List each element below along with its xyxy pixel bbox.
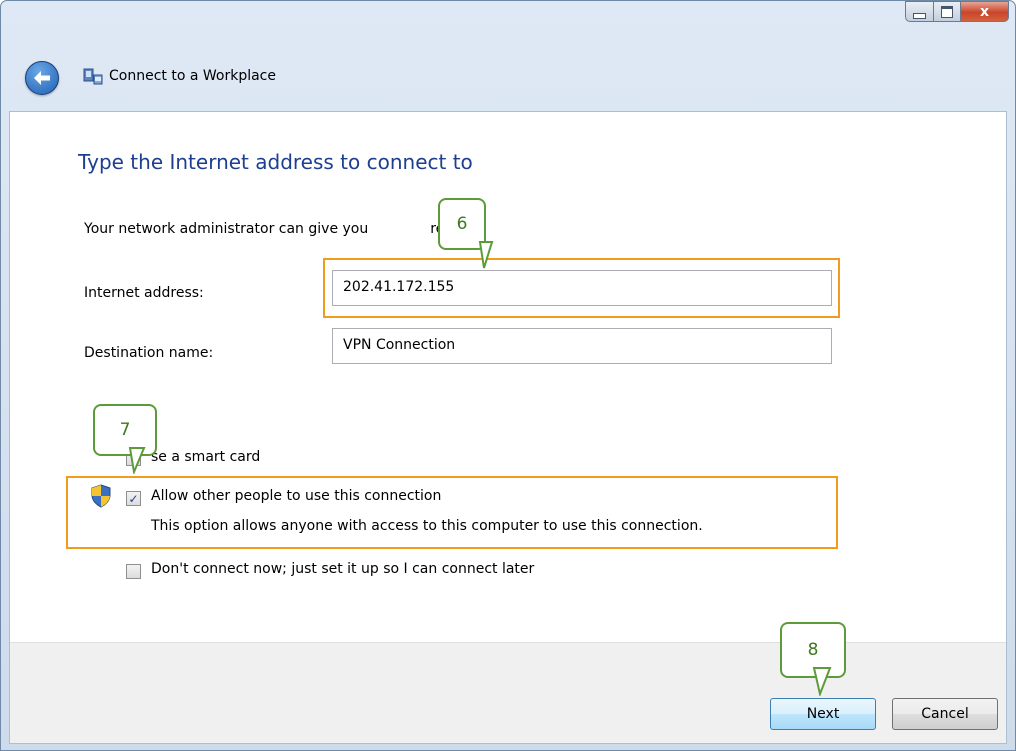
back-arrow-icon: [34, 71, 50, 85]
dialog-window: x Connect to a Workplace Type the Intern…: [0, 0, 1016, 751]
callout-8-tail: [812, 667, 832, 696]
destination-name-input[interactable]: VPN Connection: [332, 328, 832, 364]
network-icon: [83, 68, 103, 85]
internet-address-label: Internet address:: [84, 285, 204, 301]
page-heading: Type the Internet address to connect to: [78, 150, 473, 174]
callout-6-tail: [478, 241, 494, 269]
option-highlight-box: [66, 476, 838, 549]
next-button[interactable]: Next: [770, 698, 876, 730]
minimize-button[interactable]: [905, 1, 934, 22]
wizard-footer: Next Cancel: [10, 642, 1006, 743]
cancel-button[interactable]: Cancel: [892, 698, 998, 730]
dont-connect-label: Don't connect now; just set it up so I c…: [151, 561, 535, 577]
destination-name-label: Destination name:: [84, 345, 214, 361]
wizard-content: Type the Internet address to connect to …: [9, 111, 1007, 744]
smart-card-label: se a smart card: [151, 449, 261, 465]
address-highlight-box: [323, 258, 840, 318]
description-text: Your network administrator can give your…: [84, 221, 463, 237]
dont-connect-checkbox[interactable]: [126, 564, 141, 579]
maximize-icon: [941, 5, 953, 18]
back-button[interactable]: [25, 61, 59, 95]
maximize-button[interactable]: [934, 1, 961, 22]
title-bar: x Connect to a Workplace: [1, 1, 1015, 111]
close-button[interactable]: x: [961, 1, 1009, 22]
callout-7-tail: [128, 447, 146, 474]
close-icon: x: [979, 3, 990, 20]
window-title: Connect to a Workplace: [109, 68, 276, 84]
minimize-icon: [913, 12, 926, 19]
caption-buttons: x: [905, 1, 1009, 29]
description-part-1: Your network administrator can give you: [84, 221, 369, 237]
